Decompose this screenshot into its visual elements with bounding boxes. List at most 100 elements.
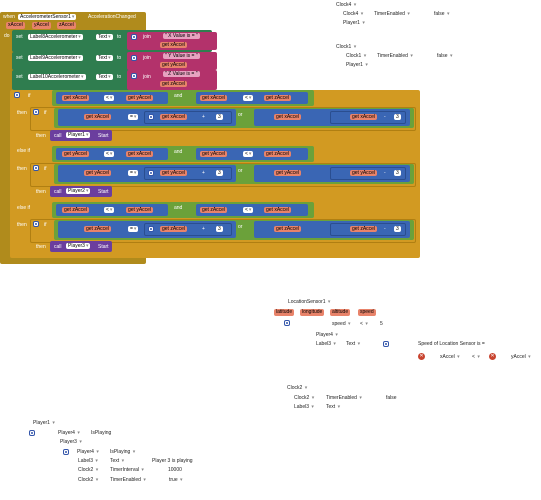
player1-component[interactable]: Player1 ▾ xyxy=(346,62,368,68)
close-icon[interactable]: ✕ xyxy=(489,353,496,360)
text-prop[interactable]: Text ▾ xyxy=(326,404,340,410)
operator-dropdown[interactable]: <▾ xyxy=(243,207,254,213)
true-value[interactable]: true ▾ xyxy=(169,477,183,483)
number-literal[interactable]: 3 xyxy=(216,170,223,176)
timer-interval-prop[interactable]: TimerInterval ▾ xyxy=(110,467,144,473)
text-prop[interactable]: Text ▾ xyxy=(346,341,360,347)
gear-icon[interactable] xyxy=(131,55,137,61)
gear-icon[interactable] xyxy=(148,114,154,120)
param-xaccel[interactable]: xAccel xyxy=(6,22,25,29)
get-variable[interactable]: get zAccel xyxy=(200,207,228,213)
param-altitude[interactable]: altitude xyxy=(330,309,351,316)
text-prop[interactable]: Text ▾ xyxy=(110,458,124,464)
clock2-label[interactable]: Clock2 ▾ xyxy=(287,385,307,391)
get-variable[interactable]: get yAccel xyxy=(160,170,188,176)
clock2-component[interactable]: Clock2 ▾ xyxy=(78,477,98,483)
label3-component[interactable]: Label3 ▾ xyxy=(294,404,314,410)
gear-icon[interactable] xyxy=(131,73,137,79)
timer-enabled-prop[interactable]: TimerEnabled ▾ xyxy=(377,53,413,59)
operator-dropdown[interactable]: <▾ xyxy=(104,151,115,157)
player4-component[interactable]: Player4 ▾ xyxy=(316,332,338,338)
gear-icon[interactable] xyxy=(284,320,290,326)
param-speed[interactable]: speed xyxy=(358,309,376,316)
false-value[interactable]: false xyxy=(386,395,397,401)
clock2-component[interactable]: Clock2 ▾ xyxy=(294,395,314,401)
timer-enabled-prop[interactable]: TimerEnabled ▾ xyxy=(110,477,146,483)
event-component-dropdown[interactable]: AccelerometerSensor1▾ xyxy=(18,14,77,20)
number-literal[interactable]: 3 xyxy=(394,170,401,176)
set-prop-dropdown[interactable]: Text▾ xyxy=(96,34,113,40)
set-component-dropdown[interactable]: Label8Accelerometer▾ xyxy=(28,34,83,40)
get-variable[interactable]: get xAccel xyxy=(264,207,292,213)
playing-message[interactable]: Player 3 is playing xyxy=(152,458,193,464)
clock1-label[interactable]: Clock1 ▾ xyxy=(336,44,356,50)
get-variable[interactable]: get yAccel xyxy=(84,170,112,176)
param-latitude[interactable]: latitude xyxy=(274,309,295,316)
operator-dropdown[interactable]: =▾ xyxy=(128,226,139,232)
operator-dropdown[interactable]: < ▾ xyxy=(360,321,368,327)
get-variable[interactable]: get yAccel xyxy=(126,95,154,101)
get-variable[interactable]: get zAccel xyxy=(350,226,378,232)
string-literal[interactable]: " Z Value is = " xyxy=(163,71,200,77)
gear-icon[interactable] xyxy=(148,170,154,176)
gear-icon[interactable] xyxy=(148,226,154,232)
timer-enabled-prop[interactable]: TimerEnabled ▾ xyxy=(326,395,362,401)
location-sensor-label[interactable]: LocationSensor1 ▾ xyxy=(288,299,330,305)
isplaying-prop[interactable]: IsPlaying ▾ xyxy=(110,449,135,455)
clock4-label[interactable]: Clock4 ▾ xyxy=(336,2,356,8)
get-variable[interactable]: get xAccel xyxy=(62,95,90,101)
operator-dropdown[interactable]: <▾ xyxy=(104,207,115,213)
speed-var[interactable]: speed ▾ xyxy=(332,321,351,327)
get-variable[interactable]: get xAccel xyxy=(274,114,302,120)
timer-enabled-prop[interactable]: TimerEnabled ▾ xyxy=(374,11,410,17)
gear-icon[interactable] xyxy=(33,165,39,171)
string-literal[interactable]: " Y Value is = " xyxy=(163,53,200,59)
player-dropdown[interactable]: Player2▾ xyxy=(66,188,91,194)
operator-dropdown[interactable]: <▾ xyxy=(243,151,254,157)
operator-dropdown[interactable]: < ▾ xyxy=(472,354,480,360)
player-dropdown[interactable]: Player1▾ xyxy=(66,132,91,138)
player3-component[interactable]: Player3 ▾ xyxy=(60,439,82,445)
gear-icon[interactable] xyxy=(131,34,137,40)
get-variable[interactable]: get xAccel xyxy=(84,114,112,120)
player1-component[interactable]: Player1 ▾ xyxy=(343,20,365,26)
player1-label[interactable]: Player1 ▾ xyxy=(33,420,55,426)
gear-icon[interactable] xyxy=(383,341,389,347)
get-variable[interactable]: get yAccel xyxy=(126,207,154,213)
gear-icon[interactable] xyxy=(29,430,35,436)
get-variable[interactable]: get yAccel xyxy=(274,170,302,176)
player4-component[interactable]: Player4 ▾ xyxy=(77,449,99,455)
gear-icon[interactable] xyxy=(14,92,20,98)
get-variable[interactable]: get zAccel xyxy=(84,226,112,232)
number-literal[interactable]: 3 xyxy=(394,114,401,120)
number-literal[interactable]: 3 xyxy=(216,114,223,120)
label3-component[interactable]: Label3 ▾ xyxy=(78,458,98,464)
operator-dropdown[interactable]: <▾ xyxy=(243,95,254,101)
player4-component[interactable]: Player4 ▾ xyxy=(58,430,80,436)
interval-value[interactable]: 10000 xyxy=(168,467,182,473)
operator-dropdown[interactable]: <▾ xyxy=(104,95,115,101)
number-literal[interactable]: 3 xyxy=(394,226,401,232)
clock1-component[interactable]: Clock1 ▾ xyxy=(346,53,366,59)
close-icon[interactable]: ✕ xyxy=(418,353,425,360)
set-prop-dropdown[interactable]: Text▾ xyxy=(96,55,113,61)
speed-message[interactable]: Speed of Location Sensor is = xyxy=(418,341,485,347)
get-variable[interactable]: get zAccel xyxy=(62,207,90,213)
param-yaccel[interactable]: yAccel xyxy=(32,22,51,29)
get-variable[interactable]: get xAccel xyxy=(126,151,154,157)
set-prop-dropdown[interactable]: Text▾ xyxy=(96,74,113,80)
get-variable[interactable]: get zAccel xyxy=(274,226,302,232)
set-component-dropdown[interactable]: Label10Accelerometer▾ xyxy=(28,74,86,80)
param-zaccel[interactable]: zAccel xyxy=(57,22,76,29)
get-variable[interactable]: get xAccel xyxy=(160,114,188,120)
gear-icon[interactable] xyxy=(63,449,69,455)
player-dropdown[interactable]: Player3▾ xyxy=(66,243,91,249)
number-literal[interactable]: 5 xyxy=(380,321,383,327)
clock4-component[interactable]: Clock4 ▾ xyxy=(343,11,363,17)
get-variable[interactable]: get yAccel xyxy=(350,170,378,176)
isplaying-prop[interactable]: IsPlaying xyxy=(91,430,111,436)
false-value[interactable]: false ▾ xyxy=(437,53,452,59)
xaccel-var[interactable]: xAccel ▾ xyxy=(440,354,460,360)
get-variable[interactable]: get zAccel xyxy=(160,81,188,87)
get-variable[interactable]: get zAccel xyxy=(264,95,292,101)
